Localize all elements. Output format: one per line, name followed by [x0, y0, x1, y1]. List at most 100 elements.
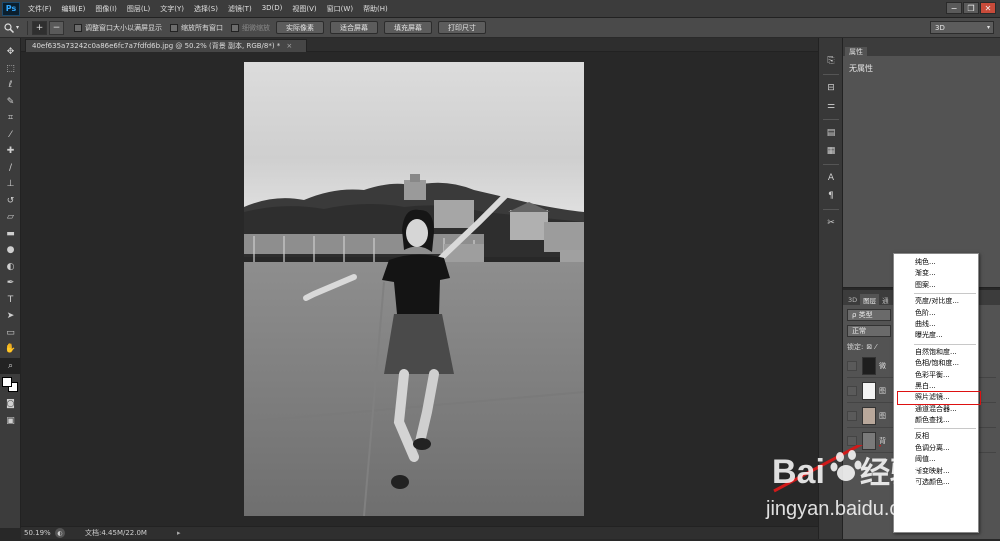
quick-select-tool-icon[interactable]: ✎ [0, 94, 21, 111]
status-menu-arrow-icon[interactable]: ▸ [177, 529, 181, 537]
menu-item[interactable]: 渐变映射... [894, 466, 978, 477]
history-panel-icon[interactable]: ⎘ [819, 52, 843, 70]
adjustments-panel-icon[interactable]: ⊟ [819, 79, 843, 97]
canvas-area[interactable] [21, 52, 818, 526]
move-tool-icon[interactable]: ✥ [0, 44, 21, 61]
eyedropper-tool-icon[interactable]: ⁄ [0, 127, 21, 144]
checkbox-box [231, 23, 240, 32]
dodge-tool-icon[interactable]: ◐ [0, 259, 21, 276]
zoom-out-button[interactable]: − [49, 20, 65, 35]
quick-mask-icon[interactable]: ◙ [0, 396, 21, 413]
type-tool-icon[interactable]: T [0, 292, 21, 309]
photo-canvas[interactable] [244, 62, 584, 516]
chevron-down-icon: ▾ [16, 24, 20, 31]
healing-brush-tool-icon[interactable]: ✚ [0, 143, 21, 160]
path-select-tool-icon[interactable]: ➤ [0, 308, 21, 325]
menu-item[interactable]: 色相/饱和度... [894, 358, 978, 369]
menu-separator [914, 343, 976, 345]
color-swatches[interactable] [0, 374, 20, 396]
menu-item[interactable]: 帮助(H) [358, 4, 393, 14]
tool-presets-panel-icon[interactable]: ✂ [819, 214, 843, 232]
lock-brush-icon[interactable]: ⁄ [875, 343, 876, 351]
zoom-tool-preset[interactable]: ▾ [0, 22, 23, 33]
resize-windows-checkbox[interactable]: 调整窗口大小以满屏显示 [74, 23, 162, 33]
info-panel-icon[interactable]: ▦ [819, 142, 843, 160]
menu-item[interactable]: 文件(F) [23, 4, 57, 14]
visibility-toggle[interactable] [847, 436, 857, 446]
hand-tool-icon[interactable]: ✋ [0, 341, 21, 358]
paragraph-panel-icon[interactable]: ¶ [819, 187, 843, 205]
menu-item-photo-filter[interactable]: 照片滤镜... [897, 391, 981, 405]
eraser-tool-icon[interactable]: ▱ [0, 209, 21, 226]
menu-item[interactable]: 图层(L) [122, 4, 155, 14]
brush-tool-icon[interactable]: ∕ [0, 160, 21, 177]
zoom-level[interactable]: 50.19% [21, 529, 55, 537]
fit-screen-button[interactable]: 适合屏幕 [330, 21, 379, 34]
menu-item[interactable]: 窗口(W) [322, 4, 358, 14]
print-size-button[interactable]: 打印尺寸 [438, 21, 487, 34]
zoom-in-button[interactable]: + [32, 20, 48, 35]
menu-item[interactable]: 自然饱和度... [894, 347, 978, 358]
zoom-tool-icon[interactable]: ⌕ [0, 357, 21, 374]
rectangle-tool-icon[interactable]: ▭ [0, 325, 21, 342]
menu-item[interactable]: 滤镜(T) [223, 4, 257, 14]
character-panel-icon[interactable]: A [819, 169, 843, 187]
menu-item[interactable]: 曝光度... [894, 330, 978, 341]
menu-item[interactable]: 纯色... [894, 257, 978, 268]
scrubby-zoom-checkbox[interactable]: 细微缩放 [231, 23, 270, 33]
menu-item[interactable]: 颜色查找... [894, 415, 978, 426]
menu-item[interactable]: 视图(V) [287, 4, 321, 14]
workspace-select[interactable]: 3D ▾ [930, 21, 994, 34]
menu-item[interactable]: 色阶... [894, 308, 978, 319]
crop-tool-icon[interactable]: ⌗ [0, 110, 21, 127]
minimize-button[interactable]: − [946, 2, 962, 14]
tab-channels[interactable]: 通 [879, 294, 892, 305]
panel-icon-strip: ⎘ ⊟ ⚌ ▤ ▦ A ¶ ✂ [818, 38, 843, 539]
properties-panel-icon[interactable]: ⚌ [819, 97, 843, 115]
menu-item[interactable]: 亮度/对比度... [894, 296, 978, 307]
visibility-toggle[interactable] [847, 361, 857, 371]
actual-pixels-button[interactable]: 实际像素 [276, 21, 325, 34]
pen-tool-icon[interactable]: ✒ [0, 275, 21, 292]
menu-item[interactable]: 可选颜色... [894, 477, 978, 488]
menu-item[interactable]: 通道混合器... [894, 404, 978, 415]
menu-item[interactable]: 黑白... [894, 381, 978, 392]
layer-thumbnail [862, 357, 876, 375]
lock-transparent-icon[interactable]: ⊠ [866, 343, 872, 351]
menu-item[interactable]: 曲线... [894, 319, 978, 330]
clone-stamp-tool-icon[interactable]: ⊥ [0, 176, 21, 193]
gradient-tool-icon[interactable]: ▬ [0, 226, 21, 243]
blur-tool-icon[interactable]: ● [0, 242, 21, 259]
visibility-toggle[interactable] [847, 386, 857, 396]
menu-item[interactable]: 渐变... [894, 268, 978, 279]
menu-item[interactable]: 图案... [894, 280, 978, 291]
menu-item[interactable]: 图像(I) [90, 4, 122, 14]
screen-mode-icon[interactable]: ▣ [0, 413, 21, 430]
menu-item[interactable]: 编辑(E) [57, 4, 91, 14]
tab-properties[interactable]: 属性 [845, 47, 867, 57]
menu-item[interactable]: 反相 [894, 431, 978, 442]
layer-thumbnail [862, 407, 876, 425]
tab-layers[interactable]: 图层 [860, 294, 880, 305]
menu-item[interactable]: 阈值... [894, 454, 978, 465]
close-button[interactable]: ✕ [980, 2, 996, 14]
menu-item[interactable]: 3D(D) [257, 4, 288, 14]
restore-button[interactable]: ❐ [963, 2, 979, 14]
history-brush-tool-icon[interactable]: ↺ [0, 193, 21, 210]
lasso-tool-icon[interactable]: ℓ [0, 77, 21, 94]
zoom-all-windows-checkbox[interactable]: 缩放所有窗口 [170, 23, 223, 33]
menu-item[interactable]: 色调分离... [894, 443, 978, 454]
visibility-toggle[interactable] [847, 411, 857, 421]
foreground-color-swatch[interactable] [2, 377, 12, 387]
menu-item[interactable]: 选择(S) [189, 4, 223, 14]
close-tab-icon[interactable]: × [286, 42, 292, 50]
menu-item[interactable]: 文字(Y) [155, 4, 189, 14]
layer-filter-select[interactable]: ρ 类型 [847, 308, 891, 321]
blend-mode-select[interactable]: 正常 [847, 324, 891, 337]
fill-screen-button[interactable]: 填充屏幕 [384, 21, 433, 34]
document-tab[interactable]: 40ef635a73242c0a86e6fc7a7fdfd6b.jpg @ 50… [25, 39, 308, 52]
menu-item[interactable]: 色彩平衡... [894, 370, 978, 381]
marquee-tool-icon[interactable]: ⬚ [0, 61, 21, 78]
layer-comps-panel-icon[interactable]: ▤ [819, 124, 843, 142]
tab-3d[interactable]: 3D [845, 294, 860, 305]
